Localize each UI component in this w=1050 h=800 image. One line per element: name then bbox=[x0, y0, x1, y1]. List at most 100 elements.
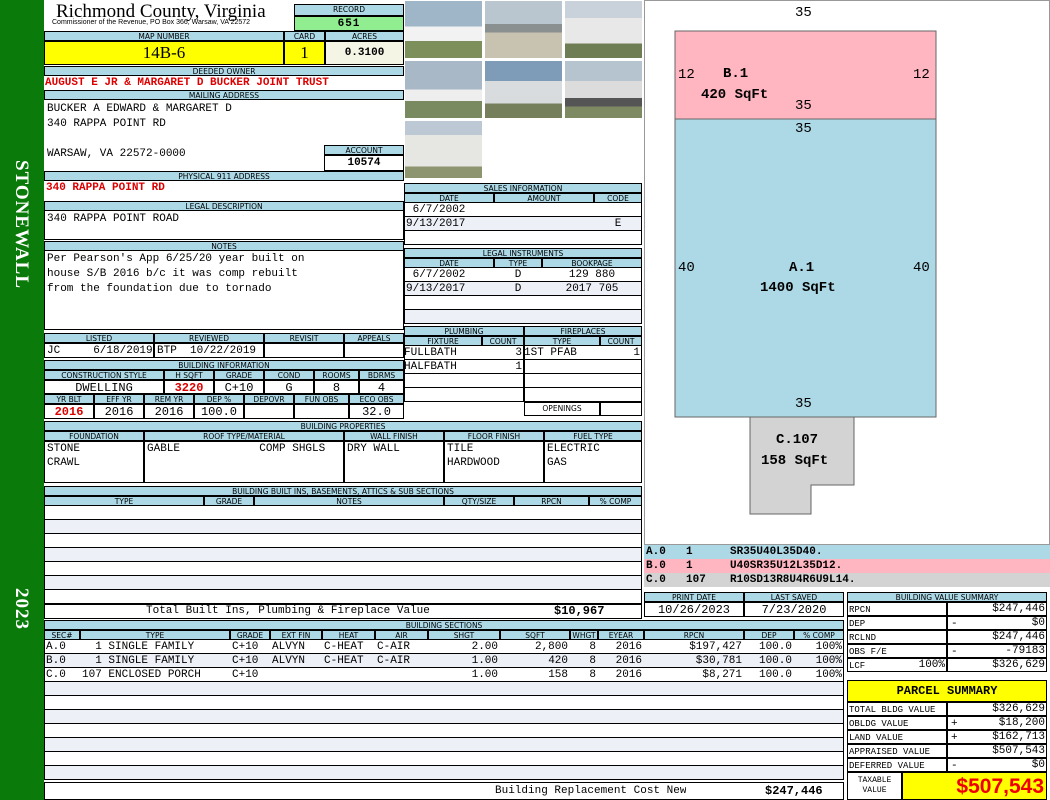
building-info-header: DEPOVR bbox=[244, 394, 294, 404]
sales-header: DATE bbox=[404, 193, 494, 203]
plumbing-row bbox=[404, 388, 524, 402]
dim-label: 35 bbox=[795, 6, 812, 20]
section-row bbox=[44, 696, 844, 710]
dim-label: 35 bbox=[795, 122, 812, 136]
section-cell: 100% bbox=[815, 655, 842, 667]
value-summary-pct bbox=[847, 644, 947, 658]
building-info-header: COND bbox=[264, 370, 314, 380]
section-cell: $8,271 bbox=[702, 669, 742, 681]
section-cell: $197,427 bbox=[689, 641, 742, 653]
section-row bbox=[44, 710, 844, 724]
section-cell: ALVYN bbox=[272, 641, 306, 653]
parcel-summary-value: $162,713 bbox=[992, 731, 1045, 743]
section-id: C.107 bbox=[776, 433, 819, 447]
sections-header: GRADE bbox=[230, 630, 270, 640]
section-row bbox=[44, 766, 844, 780]
sales-header: CODE bbox=[594, 193, 642, 203]
listing-value bbox=[264, 343, 344, 358]
section-cell: 2.00 bbox=[471, 641, 498, 653]
section-cell: 8 bbox=[589, 641, 596, 653]
sale-cell bbox=[594, 203, 642, 217]
print-date: 10/26/2023 bbox=[644, 602, 744, 617]
property-photo[interactable] bbox=[404, 120, 483, 179]
section-cell: 1 SINGLE FAMILY bbox=[82, 641, 195, 653]
sale-cell: 6/7/2002 bbox=[406, 204, 466, 216]
section-row bbox=[44, 724, 844, 738]
sales-header: AMOUNT bbox=[494, 193, 594, 203]
property-photo[interactable] bbox=[564, 0, 643, 59]
built-ins-row bbox=[44, 534, 642, 548]
building-info-value: 2016 bbox=[94, 404, 144, 419]
sections-header: EYEAR bbox=[598, 630, 644, 640]
built-ins-row bbox=[44, 506, 642, 520]
building-info-value: 3220 bbox=[164, 380, 214, 394]
built-ins-row bbox=[44, 562, 642, 576]
fireplaces-header: COUNT bbox=[600, 336, 642, 346]
sections-header: SEC# bbox=[44, 630, 80, 640]
map-number-label: MAP NUMBER bbox=[44, 31, 284, 41]
built-ins-header: RPCN bbox=[514, 496, 589, 506]
sections-total: $247,446 bbox=[765, 784, 823, 798]
plumbing-cell: 1 bbox=[515, 361, 522, 373]
instrument-cell: 2017 705 bbox=[565, 283, 619, 295]
taxable-value-label: TAXABLE VALUE bbox=[847, 772, 902, 800]
section-cell: C+10 bbox=[232, 641, 259, 653]
plumbing-cell: FULLBATH bbox=[404, 347, 457, 359]
sections-header: WHGT bbox=[570, 630, 598, 640]
value-summary-label: BUILDING VALUE SUMMARY bbox=[847, 592, 1047, 602]
section-cell bbox=[270, 668, 322, 682]
openings-value bbox=[600, 402, 642, 416]
instrument-cell: D bbox=[514, 269, 522, 281]
acres-label: ACRES bbox=[325, 31, 404, 41]
parcel-summary-title: PARCEL SUMMARY bbox=[847, 680, 1047, 702]
sketch-code-cell: 1 bbox=[686, 560, 693, 572]
built-ins-row bbox=[44, 576, 642, 590]
tax-year: 2023 bbox=[11, 588, 32, 630]
property-photo[interactable] bbox=[484, 60, 563, 119]
instruments-header: BOOKPAGE bbox=[542, 258, 642, 268]
properties-header: FLOOR FINISH bbox=[444, 431, 544, 441]
listing-header: REVIEWED bbox=[154, 333, 264, 343]
section-cell: C+10 bbox=[232, 655, 259, 667]
parcel-summary-value: $507,543 bbox=[992, 745, 1045, 757]
legal-description-box: 340 RAPPA POINT ROAD bbox=[44, 210, 404, 240]
dim-label: 35 bbox=[795, 397, 812, 411]
property-photo[interactable] bbox=[404, 60, 483, 119]
value-summary-value: $326,629 bbox=[992, 659, 1045, 671]
sale-row bbox=[404, 231, 642, 245]
section-cell: A.0 bbox=[46, 641, 66, 653]
dim-label: 35 bbox=[795, 99, 812, 113]
sketch-code-cell: SR35U40L35D40. bbox=[730, 546, 823, 558]
section-cell: 1.00 bbox=[471, 669, 498, 681]
dim-label: 12 bbox=[678, 68, 695, 82]
card-number: 1 bbox=[284, 41, 325, 65]
parcel-summary-label: DEFERRED VALUE bbox=[847, 758, 947, 772]
section-area: 1400 SqFt bbox=[760, 281, 836, 295]
dim-label: 40 bbox=[678, 261, 695, 275]
property-photo[interactable] bbox=[404, 0, 483, 59]
last-saved-label: LAST SAVED bbox=[744, 592, 844, 602]
notes-line: house S/B 2016 b/c it was comp rebuilt bbox=[47, 268, 298, 280]
sections-total-box bbox=[44, 782, 844, 800]
sale-cell: 9/13/2017 bbox=[406, 218, 466, 230]
section-area: 158 SqFt bbox=[761, 454, 829, 468]
building-info-header: REM YR bbox=[144, 394, 194, 404]
building-info-value: 2016 bbox=[144, 404, 194, 419]
section-cell: 2,800 bbox=[534, 641, 568, 653]
property-photo[interactable] bbox=[484, 0, 563, 59]
listing-header: REVISIT bbox=[264, 333, 344, 343]
taxable-value: $507,543 bbox=[902, 772, 1047, 800]
acres-value: 0.3100 bbox=[325, 41, 404, 65]
sections-total-label: Building Replacement Cost New bbox=[495, 785, 687, 797]
instrument-cell: 129 880 bbox=[568, 269, 616, 281]
sketch-code-row bbox=[644, 545, 1050, 559]
sketch-code-cell: B.0 bbox=[646, 560, 666, 572]
plumbing-cell: 3 bbox=[515, 347, 522, 359]
built-ins-row bbox=[44, 590, 642, 604]
property-photo[interactable] bbox=[564, 60, 643, 119]
openings-label: OPENINGS bbox=[524, 402, 600, 416]
building-info-header: DEP % bbox=[194, 394, 244, 404]
sketch-code-cell: 107 bbox=[686, 574, 706, 586]
section-row bbox=[44, 752, 844, 766]
building-info-header: H SQFT bbox=[164, 370, 214, 380]
